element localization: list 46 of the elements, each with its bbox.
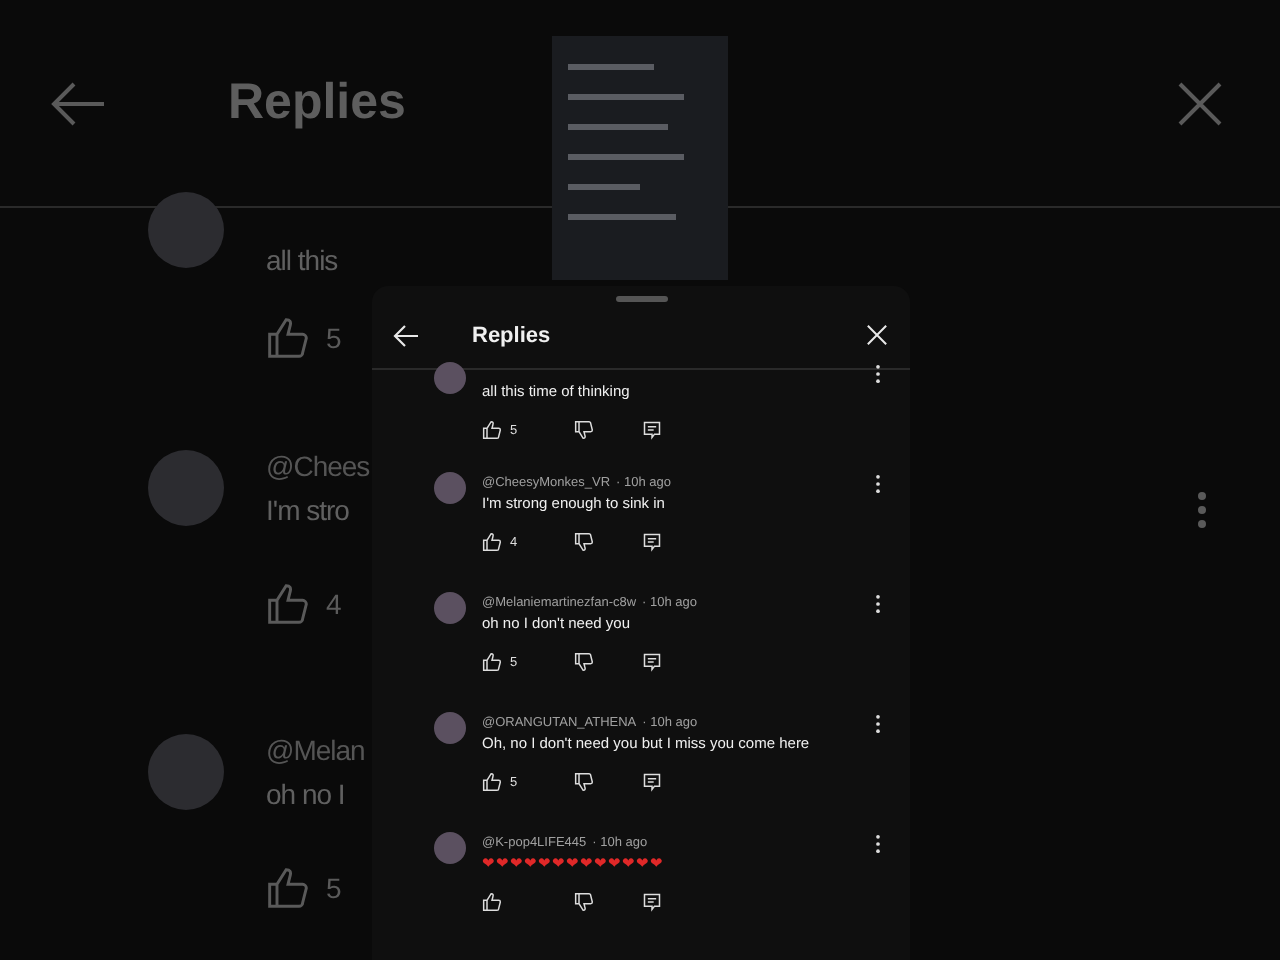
reply-icon[interactable] — [642, 892, 662, 912]
more-options-icon — [1196, 490, 1208, 530]
more-options-icon[interactable] — [874, 594, 882, 614]
thumbs-down-icon[interactable] — [574, 420, 594, 440]
avatar — [148, 734, 224, 810]
thumbs-down-icon[interactable] — [574, 532, 594, 552]
comment-author: @Melan — [266, 734, 365, 766]
thumbs-up-icon — [266, 582, 310, 626]
thumbs-up-icon — [266, 866, 310, 910]
comment-text: I'm stro — [266, 494, 351, 526]
close-icon — [1176, 79, 1224, 127]
like-count: 5 — [326, 322, 342, 354]
back-arrow-icon — [48, 79, 108, 127]
drag-handle[interactable] — [615, 296, 667, 302]
thumbs-up-icon[interactable] — [482, 420, 502, 440]
more-options-icon[interactable] — [874, 474, 882, 494]
back-arrow-icon[interactable] — [392, 323, 420, 347]
like-count: 4 — [326, 588, 342, 620]
avatar — [148, 450, 224, 526]
reply-icon[interactable] — [642, 532, 662, 552]
avatar[interactable] — [434, 712, 466, 744]
thumbs-up-icon[interactable] — [482, 892, 502, 912]
comment-author: @Chees — [266, 450, 370, 482]
avatar[interactable] — [434, 592, 466, 624]
reply-icon[interactable] — [642, 420, 662, 440]
thumbs-up-icon[interactable] — [482, 532, 502, 552]
thumbs-down-icon[interactable] — [574, 892, 594, 912]
thumbs-up-icon — [266, 316, 310, 360]
thumbs-down-icon[interactable] — [574, 772, 594, 792]
close-icon[interactable] — [866, 324, 888, 346]
thumbs-up-icon[interactable] — [482, 772, 502, 792]
more-options-icon[interactable] — [874, 364, 882, 384]
avatar[interactable] — [434, 362, 466, 394]
comment-text: oh no I — [266, 778, 347, 810]
avatar[interactable] — [434, 472, 466, 504]
more-options-icon[interactable] — [874, 834, 882, 854]
more-options-icon[interactable] — [874, 714, 882, 734]
panel-title: Replies — [472, 323, 551, 347]
thumbs-down-icon[interactable] — [574, 652, 594, 672]
avatar[interactable] — [434, 832, 466, 864]
reply-icon[interactable] — [642, 772, 662, 792]
comment-text: all this — [266, 244, 340, 276]
background-title: Replies — [228, 74, 406, 132]
thumbs-up-icon[interactable] — [482, 652, 502, 672]
reply-icon[interactable] — [642, 652, 662, 672]
like-count: 5 — [326, 872, 342, 904]
